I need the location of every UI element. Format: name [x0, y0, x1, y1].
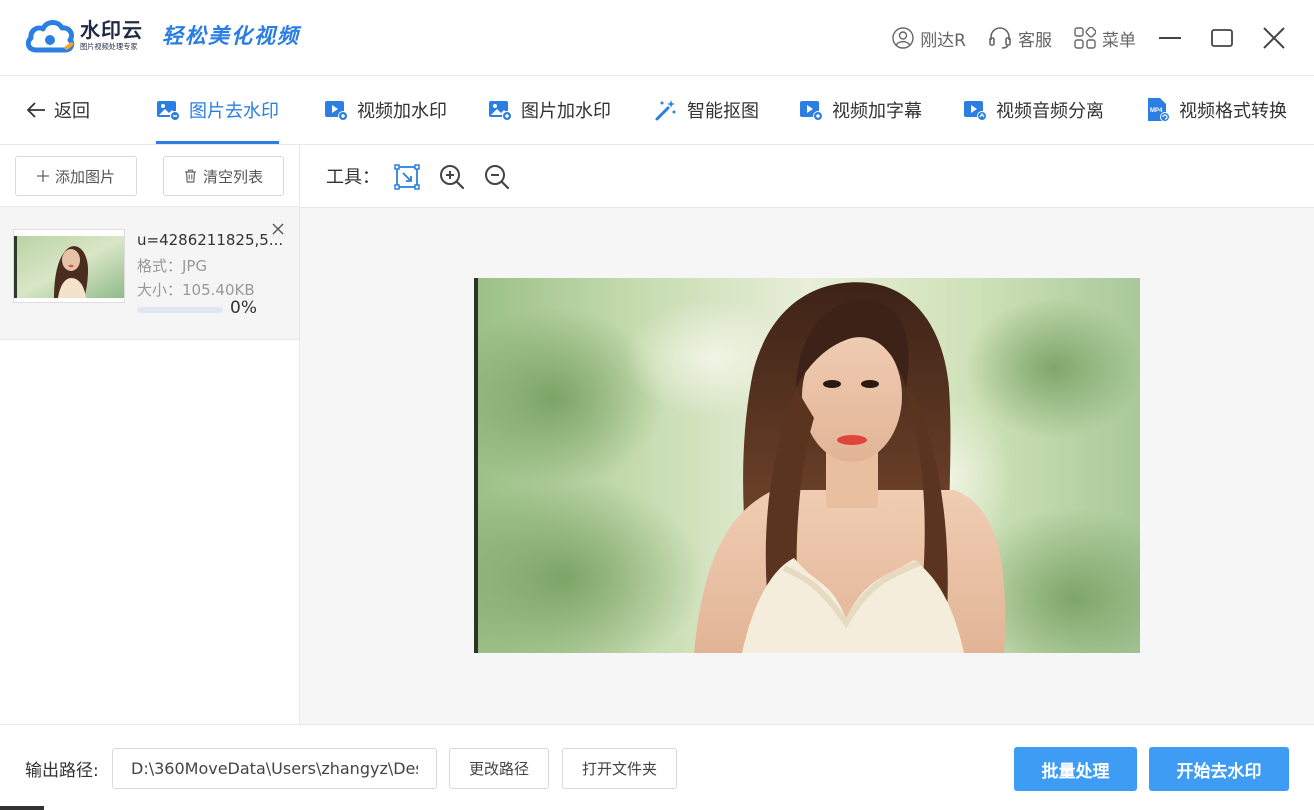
- customer-service-button[interactable]: 客服: [988, 26, 1052, 51]
- grid-menu-icon: [1074, 27, 1096, 49]
- video-subtitle-icon: [800, 101, 823, 121]
- add-image-label: 添加图片: [54, 167, 115, 186]
- tab-label: 智能抠图: [687, 101, 759, 122]
- video-add-icon: [325, 101, 348, 121]
- tab-video-audio-split[interactable]: 视频音频分离: [963, 76, 1104, 144]
- feature-nav-bar: 返回 图片去水印 视频加水印 图片加水印 智能抠图 视频加字幕 视频音频分离 M…: [0, 76, 1314, 145]
- video-audio-icon: [964, 101, 987, 121]
- plus-icon: [36, 170, 49, 182]
- tab-smart-cutout[interactable]: 智能抠图: [654, 76, 759, 144]
- batch-process-button[interactable]: 批量处理: [1014, 747, 1137, 791]
- preview-toolbar: 工具：: [300, 145, 1314, 208]
- file-size: 大小：105.40KB: [137, 281, 255, 299]
- image-add-icon: [489, 101, 512, 121]
- maximize-button[interactable]: [1210, 26, 1234, 50]
- service-label: 客服: [1018, 30, 1052, 51]
- app-name: 水印云: [80, 18, 143, 42]
- start-remove-watermark-button[interactable]: 开始去水印: [1149, 747, 1289, 791]
- back-button[interactable]: 返回: [26, 76, 90, 144]
- file-list-toolbar: 添加图片 清空列表: [0, 145, 299, 207]
- output-path-label: 输出路径:: [25, 760, 99, 781]
- file-progress-text: 0%: [230, 298, 257, 318]
- close-icon: [1263, 27, 1285, 49]
- cloud-logo-icon: [24, 16, 78, 56]
- tab-video-add-watermark[interactable]: 视频加水印: [324, 76, 447, 144]
- open-folder-button[interactable]: 打开文件夹: [562, 748, 677, 789]
- app-slogan: 轻松美化视频: [162, 23, 300, 48]
- zoom-in-button[interactable]: [439, 164, 465, 190]
- minimize-button[interactable]: [1158, 26, 1182, 50]
- user-name: 刚达R: [920, 30, 966, 51]
- clear-list-button[interactable]: 清空列表: [163, 156, 284, 196]
- title-bar: 水印云 图片视频处理专家 轻松美化视频 刚达R 客服 菜单: [0, 0, 1314, 76]
- image-preview[interactable]: [474, 278, 1140, 653]
- tab-label: 图片去水印: [189, 101, 279, 122]
- magic-wand-icon: [655, 100, 676, 121]
- zoom-out-icon: [485, 165, 510, 190]
- menu-button[interactable]: 菜单: [1074, 26, 1136, 51]
- select-region-icon: [394, 164, 420, 190]
- file-list-panel: 添加图片 清空列表 u=4286211825,5... 格式：JPG 大小：10…: [0, 145, 300, 725]
- tab-image-add-watermark[interactable]: 图片加水印: [488, 76, 611, 144]
- tab-label: 图片加水印: [521, 101, 611, 122]
- tab-image-remove-watermark[interactable]: 图片去水印: [156, 76, 279, 144]
- maximize-icon: [1211, 29, 1233, 47]
- close-icon: [272, 223, 284, 235]
- file-list-item[interactable]: u=4286211825,5... 格式：JPG 大小：105.40KB 0%: [0, 207, 299, 340]
- svg-text:MP4: MP4: [1150, 108, 1163, 114]
- tab-label: 视频格式转换: [1179, 101, 1287, 122]
- tab-label: 视频加字幕: [832, 101, 922, 122]
- resize-grip: [0, 806, 44, 810]
- user-icon: [892, 27, 914, 49]
- change-path-button[interactable]: 更改路径: [449, 748, 549, 789]
- menu-label: 菜单: [1102, 30, 1136, 51]
- close-window-button[interactable]: [1262, 26, 1286, 50]
- mp4-file-icon: MP4: [1148, 98, 1170, 122]
- select-region-tool-button[interactable]: [394, 164, 420, 190]
- file-progress-bar: [137, 307, 223, 313]
- add-image-button[interactable]: 添加图片: [15, 156, 137, 196]
- tab-label: 视频加水印: [357, 101, 447, 122]
- back-label: 返回: [54, 101, 90, 122]
- trash-icon: [184, 169, 196, 183]
- zoom-out-button[interactable]: [484, 164, 510, 190]
- tab-label: 视频音频分离: [996, 101, 1104, 122]
- preview-canvas: [300, 208, 1314, 724]
- user-account-button[interactable]: 刚达R: [892, 26, 966, 51]
- headset-icon: [989, 27, 1011, 49]
- zoom-in-icon: [440, 165, 465, 190]
- file-format: 格式：JPG: [137, 257, 208, 275]
- tools-label: 工具：: [326, 167, 380, 188]
- clear-list-label: 清空列表: [202, 167, 263, 186]
- app-logo: 水印云 图片视频处理专家: [24, 14, 144, 58]
- output-path-input[interactable]: [112, 748, 437, 789]
- file-name: u=4286211825,5...: [137, 231, 284, 249]
- tab-video-add-subtitle[interactable]: 视频加字幕: [799, 76, 922, 144]
- app-subtitle: 图片视频处理专家: [80, 42, 138, 51]
- remove-file-button[interactable]: [270, 221, 286, 237]
- minimize-icon: [1159, 37, 1181, 39]
- output-bar: 输出路径: 更改路径 打开文件夹 批量处理 开始去水印: [0, 724, 1314, 810]
- image-remove-icon: [157, 101, 180, 121]
- arrow-left-icon: [26, 102, 45, 118]
- tab-video-format-convert[interactable]: MP4 视频格式转换: [1146, 76, 1287, 144]
- file-thumbnail: [13, 229, 125, 303]
